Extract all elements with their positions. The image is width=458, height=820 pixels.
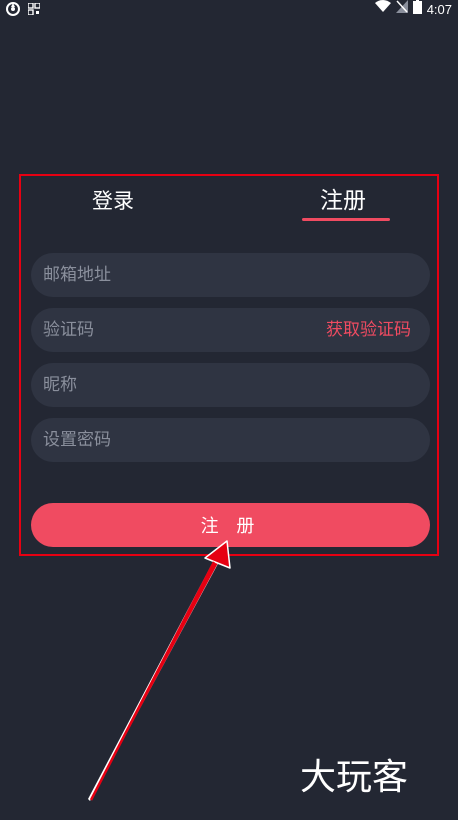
- nickname-input[interactable]: [43, 363, 303, 407]
- wifi-icon: [374, 0, 391, 18]
- active-tab-indicator: [302, 218, 390, 221]
- tab-login[interactable]: 登录: [92, 186, 134, 216]
- register-button[interactable]: 注 册: [31, 503, 430, 547]
- password-field[interactable]: [31, 418, 430, 462]
- verification-code-field[interactable]: 获取验证码: [31, 308, 430, 352]
- password-input[interactable]: [43, 418, 303, 462]
- verification-code-input[interactable]: [43, 308, 303, 352]
- battery-icon: [412, 0, 422, 19]
- app-notification-icon: [6, 2, 20, 16]
- get-code-button[interactable]: 获取验证码: [326, 308, 411, 352]
- status-bar: 4:07: [0, 0, 458, 18]
- nickname-field[interactable]: [31, 363, 430, 407]
- qr-code-icon: [27, 2, 42, 16]
- no-signal-icon: [395, 0, 408, 18]
- tab-register[interactable]: 注册: [320, 186, 366, 216]
- watermark-logo: 大玩客: [300, 757, 409, 798]
- status-time: 4:07: [426, 1, 452, 17]
- email-input[interactable]: [43, 253, 303, 297]
- email-field[interactable]: [31, 253, 430, 297]
- register-button-label: 注 册: [200, 516, 261, 537]
